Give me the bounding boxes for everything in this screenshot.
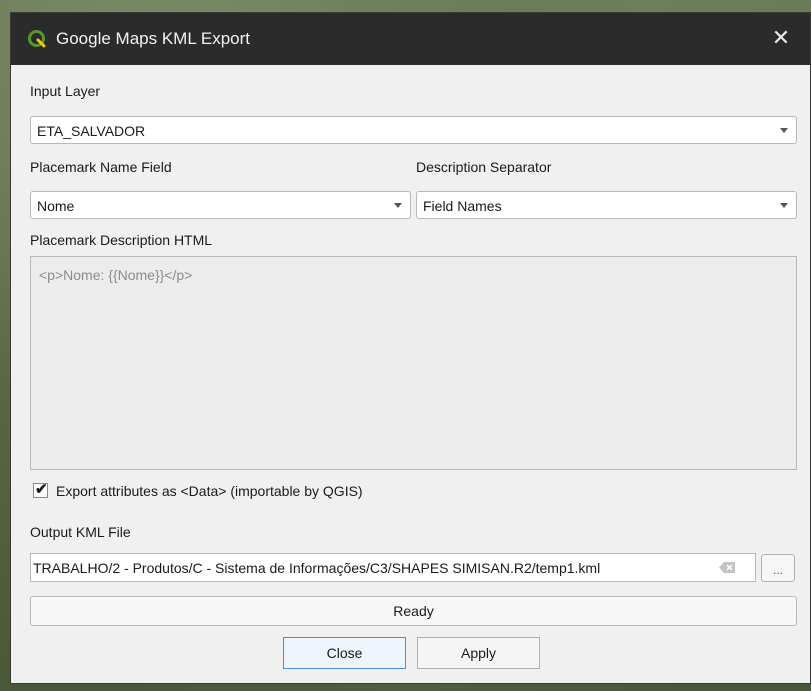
kml-export-dialog: Google Maps KML Export ✕ Input Layer ETA… bbox=[10, 12, 811, 684]
chevron-down-icon bbox=[780, 128, 788, 133]
status-text: Ready bbox=[393, 603, 434, 619]
placemark-name-field-label: Placemark Name Field bbox=[30, 159, 172, 175]
close-icon[interactable]: ✕ bbox=[766, 23, 796, 53]
input-layer-value: ETA_SALVADOR bbox=[37, 123, 146, 139]
input-layer-label: Input Layer bbox=[30, 83, 101, 99]
checkmark-icon: ✔ bbox=[35, 481, 48, 498]
description-separator-label: Description Separator bbox=[416, 159, 552, 175]
export-attributes-label[interactable]: Export attributes as <Data> (importable … bbox=[56, 483, 363, 499]
export-attributes-checkbox[interactable]: ✔ bbox=[33, 481, 48, 498]
apply-button[interactable]: Apply bbox=[417, 637, 540, 669]
title-bar[interactable]: Google Maps KML Export ✕ bbox=[11, 13, 810, 65]
output-kml-file-label: Output KML File bbox=[30, 524, 131, 540]
description-separator-combo[interactable]: Field Names bbox=[416, 191, 797, 219]
description-separator-value: Field Names bbox=[423, 198, 502, 214]
close-button[interactable]: Close bbox=[283, 637, 406, 669]
placemark-name-field-combo[interactable]: Nome bbox=[30, 191, 411, 219]
qgis-icon bbox=[28, 30, 46, 48]
output-kml-file-input[interactable]: TRABALHO/2 - Produtos/C - Sistema de Inf… bbox=[30, 553, 756, 582]
placemark-description-textarea[interactable]: <p>Nome: {{Nome}}</p> bbox=[30, 256, 797, 470]
browse-button[interactable]: ... bbox=[761, 554, 795, 582]
input-layer-combo[interactable]: ETA_SALVADOR bbox=[30, 116, 797, 144]
placemark-name-field-value: Nome bbox=[37, 198, 75, 214]
chevron-down-icon bbox=[394, 203, 402, 208]
placemark-description-label: Placemark Description HTML bbox=[30, 232, 213, 248]
status-bar: Ready bbox=[30, 596, 797, 626]
window-title: Google Maps KML Export bbox=[56, 29, 251, 48]
clear-text-icon[interactable] bbox=[719, 562, 735, 573]
placemark-description-placeholder: <p>Nome: {{Nome}}</p> bbox=[39, 267, 193, 283]
chevron-down-icon bbox=[780, 203, 788, 208]
output-kml-file-value: TRABALHO/2 - Produtos/C - Sistema de Inf… bbox=[33, 560, 601, 576]
